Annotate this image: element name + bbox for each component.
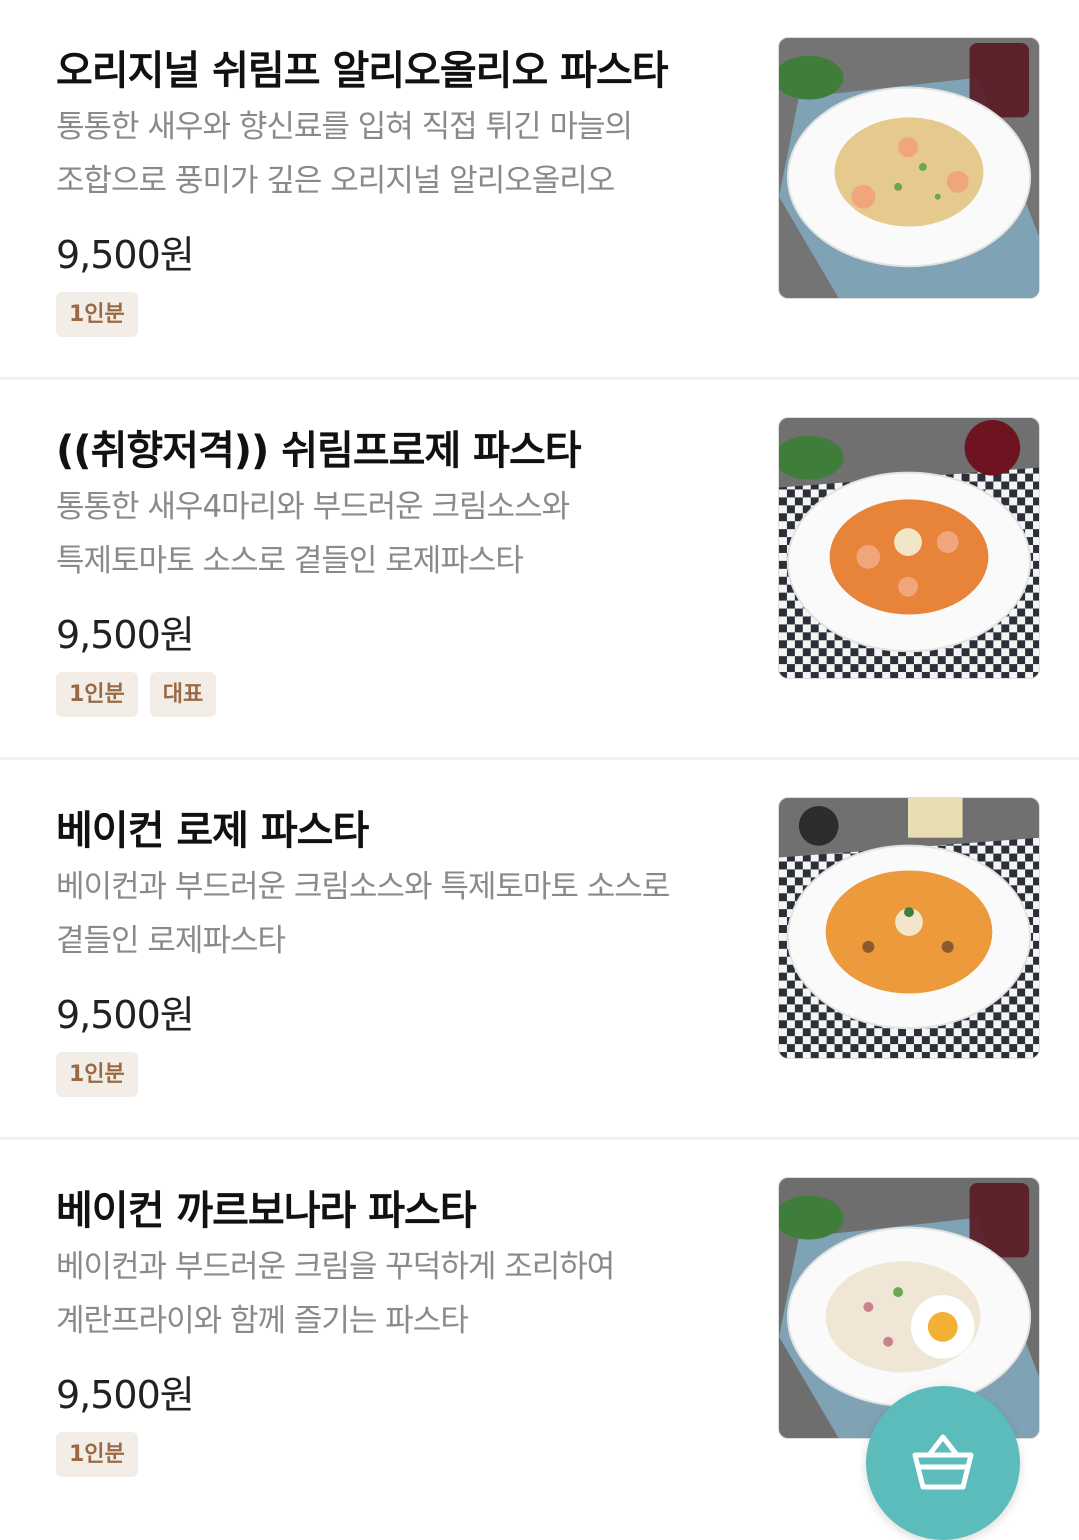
menu-item-price: 9,500원 xyxy=(56,613,195,657)
menu-item-title: 오리지널 쉬림프 알리오올리오 파스타 xyxy=(56,48,669,94)
menu-item[interactable]: 오리지널 쉬림프 알리오올리오 파스타 통통한 새우와 향신료를 입혀 직접 튀… xyxy=(0,0,1079,380)
menu-item-title: 베이컨 까르보나라 파스타 xyxy=(56,1188,477,1234)
description-line: 베이컨과 부드러운 크림을 꾸덕하게 조리하여 xyxy=(56,1249,615,1285)
menu-item-price: 9,500원 xyxy=(56,1373,195,1417)
menu-item-description: 베이컨과 부드러운 크림소스와 특제토마토 소스로 곁들인 로제파스타 xyxy=(56,860,756,968)
description-line: 조합으로 풍미가 깊은 오리지널 알리오올리오 xyxy=(56,163,615,199)
menu-item-price: 9,500원 xyxy=(56,233,195,277)
description-line: 특제토마토 소스로 곁들인 로제파스타 xyxy=(56,543,524,579)
menu-item[interactable]: ((취향저격)) 쉬림프로제 파스타 통통한 새우4마리와 부드러운 크림소스와… xyxy=(0,380,1079,760)
menu-item-tags: 1인분 xyxy=(56,292,138,337)
bacon-rose-pasta-photo[interactable] xyxy=(778,797,1040,1059)
menu-item-tags: 1인분 xyxy=(56,1052,138,1097)
menu-item-price: 9,500원 xyxy=(56,993,195,1037)
signature-tag: 대표 xyxy=(149,672,217,717)
aglio-olio-pasta-photo[interactable] xyxy=(778,37,1040,299)
description-line: 통통한 새우와 향신료를 입혀 직접 튀긴 마늘의 xyxy=(56,109,633,145)
description-line: 계란프라이와 함께 즐기는 파스타 xyxy=(56,1303,469,1339)
pasta-image xyxy=(779,418,1039,678)
serving-tag: 1인분 xyxy=(56,1432,138,1477)
cart-button[interactable] xyxy=(866,1386,1020,1540)
description-line: 통통한 새우4마리와 부드러운 크림소스와 xyxy=(56,489,570,525)
basket-icon xyxy=(912,1434,974,1490)
pasta-image xyxy=(779,798,1039,1058)
menu-item-tags: 1인분 xyxy=(56,1432,138,1477)
menu-item-description: 통통한 새우와 향신료를 입혀 직접 튀긴 마늘의 조합으로 풍미가 깊은 오리… xyxy=(56,100,756,208)
serving-tag: 1인분 xyxy=(56,672,138,717)
shrimp-rose-pasta-photo[interactable] xyxy=(778,417,1040,679)
description-line: 곁들인 로제파스타 xyxy=(56,923,286,959)
menu-item[interactable]: 베이컨 로제 파스타 베이컨과 부드러운 크림소스와 특제토마토 소스로 곁들인… xyxy=(0,760,1079,1140)
menu-item-description: 통통한 새우4마리와 부드러운 크림소스와 특제토마토 소스로 곁들인 로제파스… xyxy=(56,480,756,588)
description-line: 베이컨과 부드러운 크림소스와 특제토마토 소스로 xyxy=(56,869,670,905)
menu-item-tags: 1인분 대표 xyxy=(56,672,217,717)
menu-item-title: 베이컨 로제 파스타 xyxy=(56,808,369,854)
serving-tag: 1인분 xyxy=(56,1052,138,1097)
menu-item-title: ((취향저격)) 쉬림프로제 파스타 xyxy=(56,428,582,474)
pasta-image xyxy=(779,38,1039,298)
menu-list: 오리지널 쉬림프 알리오올리오 파스타 통통한 새우와 향신료를 입혀 직접 튀… xyxy=(0,0,1079,1520)
serving-tag: 1인분 xyxy=(56,292,138,337)
menu-item-description: 베이컨과 부드러운 크림을 꾸덕하게 조리하여 계란프라이와 함께 즐기는 파스… xyxy=(56,1240,756,1348)
